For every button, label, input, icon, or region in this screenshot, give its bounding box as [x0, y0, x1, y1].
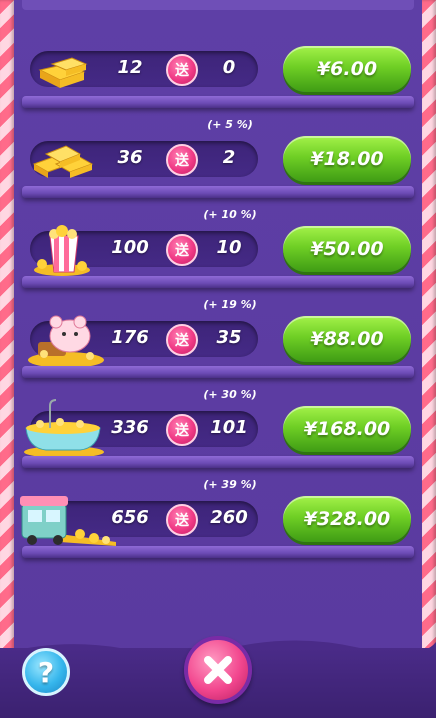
help-icon: ? — [37, 655, 55, 689]
bonus-quantity: 101 — [210, 417, 248, 438]
close-icon — [204, 656, 232, 684]
coin-quantity: 12 — [117, 57, 143, 78]
bonus-quantity: 0 — [222, 57, 236, 78]
shelf-divider — [22, 96, 414, 108]
coin-quantity: 656 — [111, 507, 149, 528]
gold-bars-small-icon — [20, 34, 110, 100]
shelf-divider — [22, 366, 414, 378]
buy-button-50[interactable]: ¥50.00 — [283, 226, 411, 272]
shelf-divider — [22, 546, 414, 558]
shelf-divider — [22, 276, 414, 288]
gift-badge: 送 — [166, 324, 198, 356]
bonus-percent: (+ 10 %) — [203, 208, 257, 221]
popcorn-box-icon — [20, 214, 110, 280]
bathtub-gold-icon — [20, 394, 110, 460]
coin-quantity: 336 — [111, 417, 149, 438]
help-button[interactable]: ? — [22, 648, 70, 696]
gift-badge: 送 — [166, 54, 198, 86]
bonus-quantity: 35 — [216, 327, 242, 348]
coin-quantity: 100 — [111, 237, 149, 258]
buy-button-18[interactable]: ¥18.00 — [283, 136, 411, 182]
shelf-divider — [22, 186, 414, 198]
bonus-percent: (+ 30 %) — [203, 388, 257, 401]
buy-button-168[interactable]: ¥168.00 — [283, 406, 411, 452]
bonus-percent: (+ 5 %) — [207, 118, 253, 131]
truck-gold-icon — [20, 484, 116, 550]
gift-badge: 送 — [166, 414, 198, 446]
buy-button-88[interactable]: ¥88.00 — [283, 316, 411, 362]
coin-quantity: 36 — [117, 147, 143, 168]
shelf-divider — [22, 456, 414, 468]
bonus-percent: (+ 39 %) — [203, 478, 257, 491]
close-button[interactable] — [184, 636, 252, 704]
coin-quantity: 176 — [111, 327, 149, 348]
piggy-gold-icon — [20, 304, 110, 370]
bonus-quantity: 10 — [216, 237, 242, 258]
gift-badge: 送 — [166, 234, 198, 266]
gift-badge: 送 — [166, 504, 198, 536]
shop-panel: 12 送 0 ¥6.00 36 送 2 (+ 5 %) ¥18.00 100 送… — [0, 0, 436, 718]
bonus-quantity: 2 — [222, 147, 236, 168]
bonus-percent: (+ 19 %) — [203, 298, 257, 311]
bonus-quantity: 260 — [210, 507, 248, 528]
shelf-top — [22, 0, 414, 10]
gift-badge: 送 — [166, 144, 198, 176]
buy-button-6[interactable]: ¥6.00 — [283, 46, 411, 92]
buy-button-328[interactable]: ¥328.00 — [283, 496, 411, 542]
gold-bars-pile-icon — [20, 124, 110, 190]
